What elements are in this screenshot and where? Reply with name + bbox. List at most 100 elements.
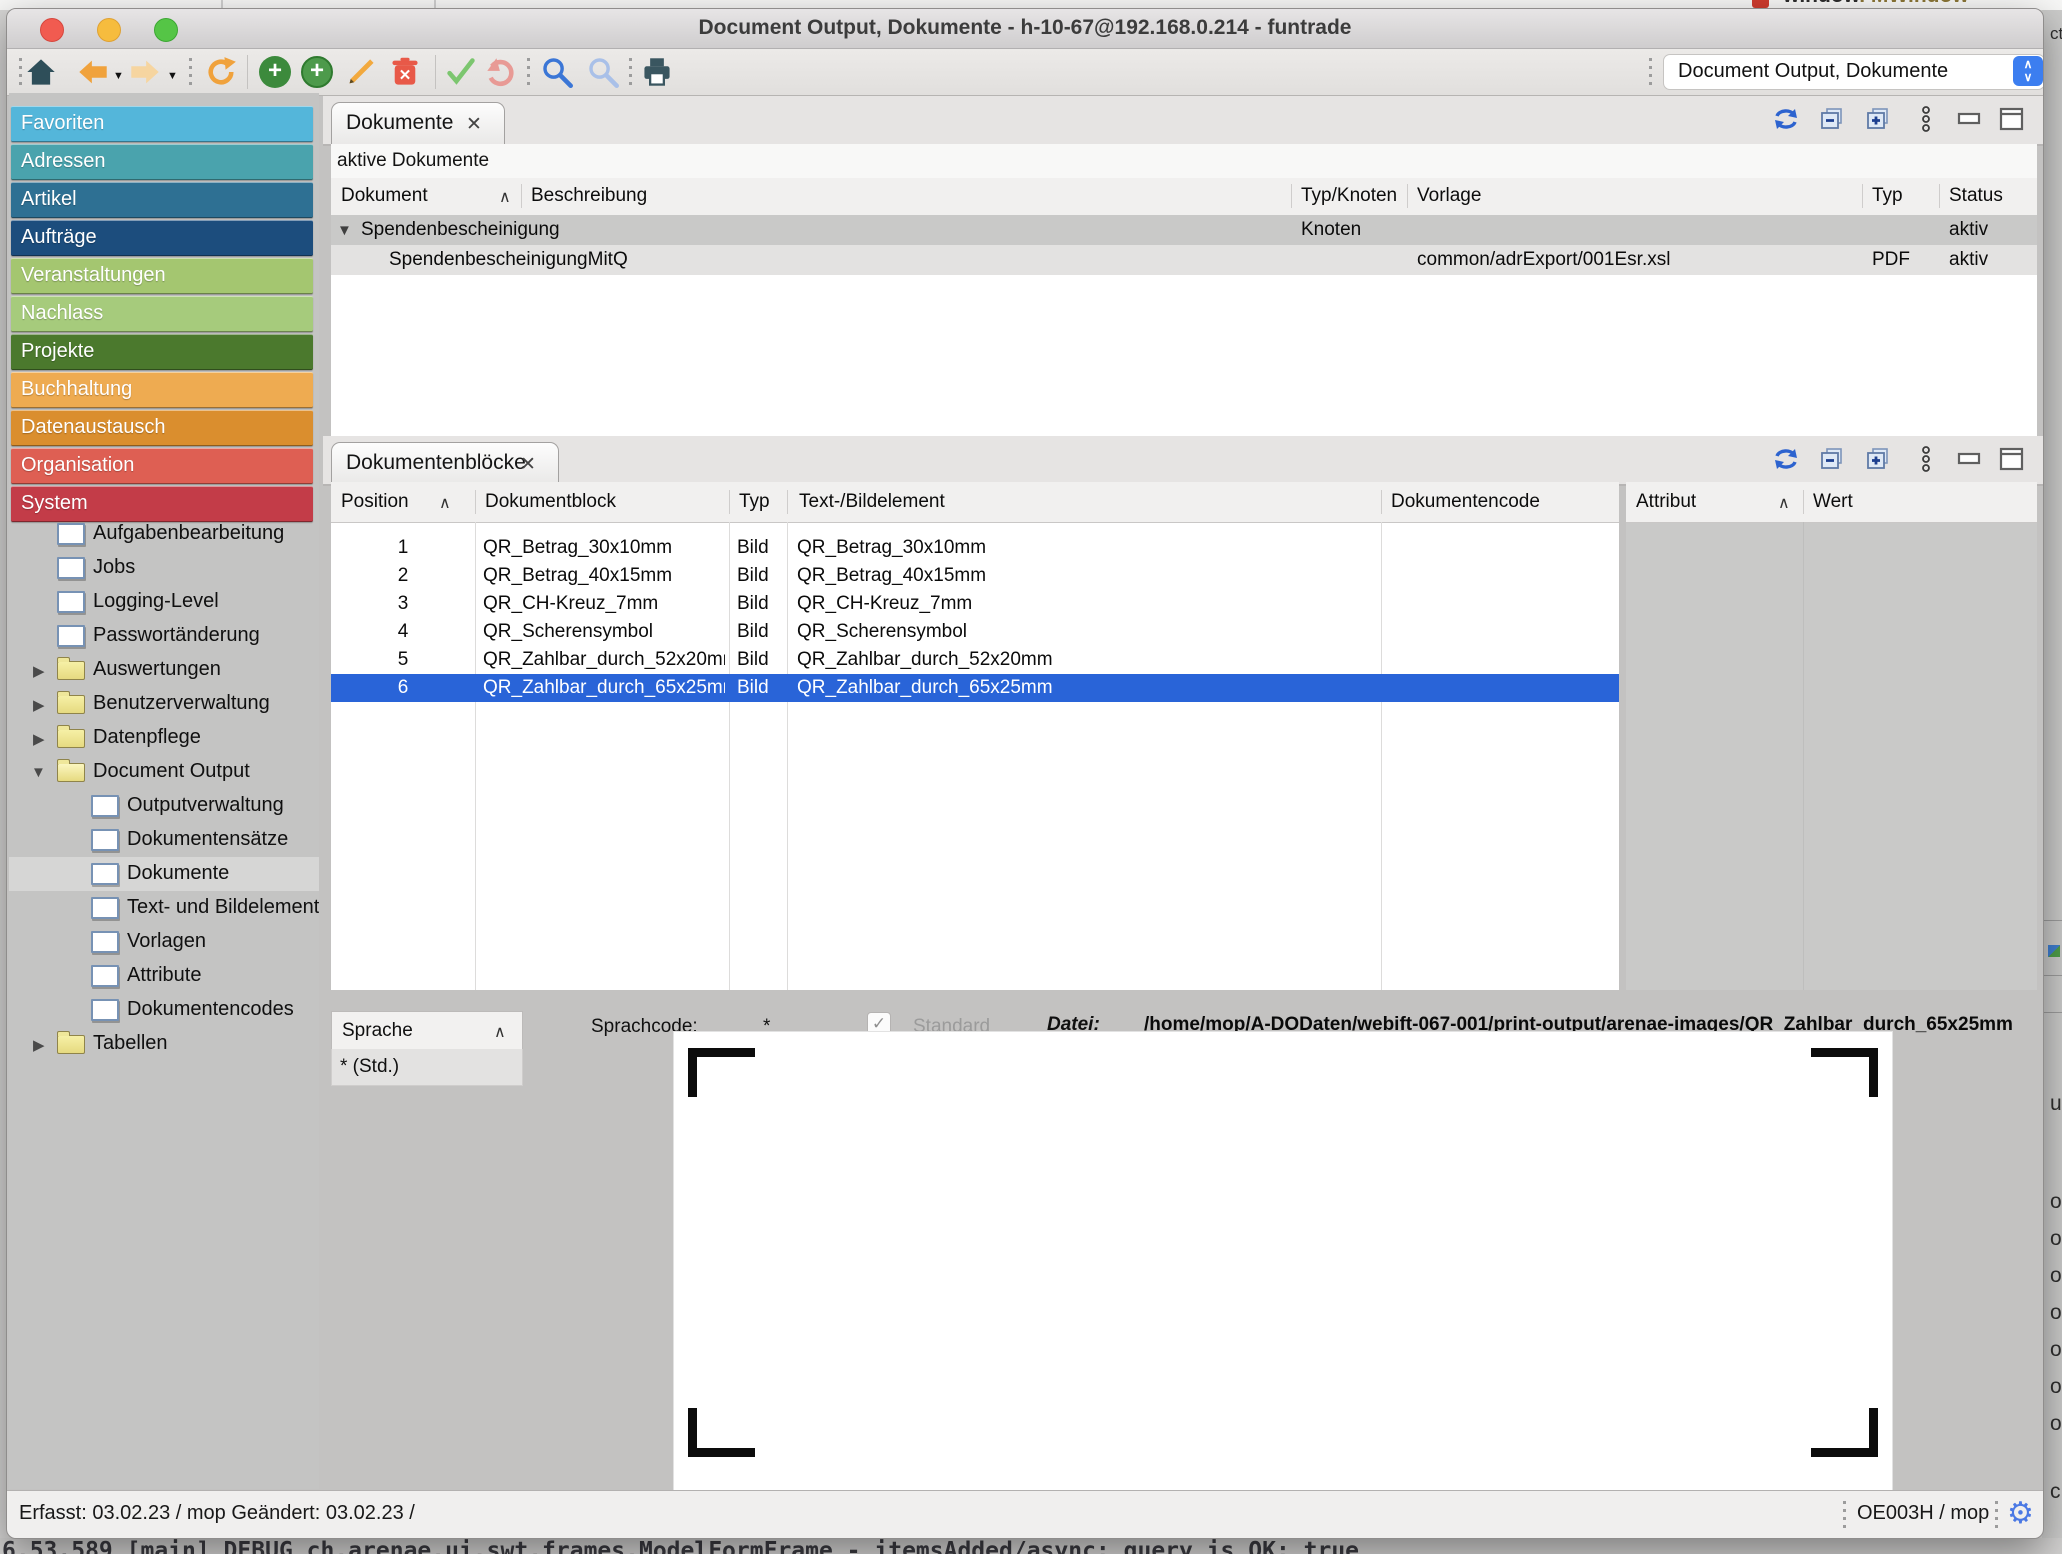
collapse-all-icon[interactable]: [1819, 446, 1845, 472]
edit-pencil-icon[interactable]: [345, 56, 377, 88]
tree-item-tabellen[interactable]: ▶Tabellen: [9, 1027, 319, 1061]
tree-item-dokumentencodes[interactable]: Dokumentencodes: [9, 993, 319, 1027]
tree-item-dokumentensaetze[interactable]: Dokumentensätze: [9, 823, 319, 857]
refresh-panel-icon[interactable]: [1773, 106, 1799, 132]
toolbar-grip[interactable]: [189, 58, 192, 86]
tree-item-datenpflege[interactable]: ▶Datenpflege: [9, 721, 319, 755]
toolbar-grip[interactable]: [629, 58, 632, 86]
table-row[interactable]: ▼ Spendenbescheinigung Knoten aktiv: [331, 215, 2037, 246]
sprache-header[interactable]: Sprache ∧: [331, 1011, 523, 1051]
collapsed-arrow-icon[interactable]: ▶: [33, 1036, 45, 1054]
expanded-arrow-icon[interactable]: ▼: [31, 764, 46, 781]
collapsed-arrow-icon[interactable]: ▶: [33, 662, 45, 680]
tree-item-attribute[interactable]: Attribute: [9, 959, 319, 993]
tree-item-vorlagen[interactable]: Vorlagen: [9, 925, 319, 959]
close-tab-icon[interactable]: ✕: [520, 453, 536, 476]
col-dokument[interactable]: Dokument: [341, 185, 428, 207]
tree-item-text-und-bildelemente[interactable]: Text- und Bildelemente: [9, 891, 319, 925]
search-icon[interactable]: [541, 56, 573, 88]
table-row-selected[interactable]: 6 QR_Zahlbar_durch_65x25mm Bild QR_Zahlb…: [331, 674, 1619, 702]
col-typ-knoten[interactable]: Typ/Knoten: [1301, 185, 1397, 207]
refresh-icon[interactable]: [205, 56, 237, 88]
table-row[interactable]: 5 QR_Zahlbar_durch_52x20mm Bild QR_Zahlb…: [331, 646, 1619, 674]
tab-dokumente[interactable]: Dokumente ✕: [331, 102, 505, 145]
toolbar-grip[interactable]: [19, 58, 22, 86]
sidebar-module-artikel[interactable]: Artikel: [11, 182, 313, 218]
tree-item-jobs[interactable]: Jobs: [9, 551, 319, 585]
combo-stepper-icon[interactable]: ∧∨: [2013, 56, 2043, 86]
tab-dokumentenbloecke[interactable]: Dokumentenblöcke ✕: [331, 442, 559, 485]
table-row[interactable]: 2 QR_Betrag_40x15mm Bild QR_Betrag_40x15…: [331, 562, 1619, 590]
sidebar-module-favoriten[interactable]: Favoriten: [11, 106, 313, 142]
table-row[interactable]: 3 QR_CH-Kreuz_7mm Bild QR_CH-Kreuz_7mm: [331, 590, 1619, 618]
sidebar-module-adressen[interactable]: Adressen: [11, 144, 313, 180]
sidebar-module-veranstaltungen[interactable]: Veranstaltungen: [11, 258, 313, 294]
expanded-arrow-icon[interactable]: ▼: [337, 222, 352, 239]
print-icon[interactable]: [641, 56, 673, 88]
tree-item-outputverwaltung[interactable]: Outputverwaltung: [9, 789, 319, 823]
col-status[interactable]: Status: [1949, 185, 2003, 207]
forward-icon[interactable]: [129, 56, 161, 88]
kebab-menu-icon[interactable]: [1913, 106, 1939, 132]
table-row[interactable]: 4 QR_Scherensymbol Bild QR_Scherensymbol: [331, 618, 1619, 646]
kebab-menu-icon[interactable]: [1913, 446, 1939, 472]
add-icon[interactable]: +: [259, 56, 291, 88]
tree-item-document-output[interactable]: ▼Document Output: [9, 755, 319, 789]
perspective-select[interactable]: Document Output, Dokumente ∧∨: [1663, 54, 2044, 90]
minimize-panel-icon[interactable]: [1957, 106, 1983, 132]
home-icon[interactable]: [25, 56, 57, 88]
sidebar-module-nachlass[interactable]: Nachlass: [11, 296, 313, 332]
expand-all-icon[interactable]: [1865, 446, 1891, 472]
tree-item-auswertungen[interactable]: ▶Auswertungen: [9, 653, 319, 687]
minimize-panel-icon[interactable]: [1957, 446, 1983, 472]
col-typ[interactable]: Typ: [1872, 185, 1903, 207]
col-typ[interactable]: Typ: [739, 491, 770, 513]
expand-all-icon[interactable]: [1865, 106, 1891, 132]
col-text-bildelement[interactable]: Text-/Bildelement: [799, 491, 945, 513]
col-dokumentencode[interactable]: Dokumentencode: [1391, 491, 1540, 513]
toolbar-grip[interactable]: [1649, 58, 1652, 86]
col-attribut[interactable]: Attribut: [1636, 491, 1696, 513]
close-tab-icon[interactable]: ✕: [466, 113, 482, 136]
sprache-row-std[interactable]: * (Std.): [331, 1049, 523, 1086]
statusbar-grip[interactable]: [1995, 1501, 1998, 1529]
collapse-all-icon[interactable]: [1819, 106, 1845, 132]
search-advanced-icon[interactable]: [587, 56, 619, 88]
table-row[interactable]: 1 QR_Betrag_30x10mm Bild QR_Betrag_30x10…: [331, 534, 1619, 562]
titlebar[interactable]: Document Output, Dokumente - h-10-67@192…: [7, 9, 2043, 49]
col-dokumentblock[interactable]: Dokumentblock: [485, 491, 616, 513]
statusbar-grip[interactable]: [1843, 1501, 1846, 1529]
tree-item-logging-level[interactable]: Logging-Level: [9, 585, 319, 619]
col-vorlage[interactable]: Vorlage: [1417, 185, 1481, 207]
blocks-panel: Dokumentenblöcke ✕ Position ∧ Do: [323, 436, 2043, 990]
delete-trash-icon[interactable]: ✕: [389, 56, 421, 88]
table-row[interactable]: SpendenbescheinigungMitQ common/adrExpor…: [331, 245, 2037, 276]
col-beschreibung[interactable]: Beschreibung: [531, 185, 647, 207]
maximize-panel-icon[interactable]: [1999, 446, 2025, 472]
undo-icon[interactable]: [485, 56, 517, 88]
sidebar-module-auftraege[interactable]: Aufträge: [11, 220, 313, 256]
add-special-icon[interactable]: +: [301, 56, 333, 88]
document-icon: [57, 591, 85, 613]
back-icon[interactable]: [77, 56, 109, 88]
maximize-panel-icon[interactable]: [1999, 106, 2025, 132]
col-wert[interactable]: Wert: [1813, 491, 1853, 513]
back-dropdown-icon[interactable]: ▼: [113, 70, 124, 82]
col-position[interactable]: Position: [341, 491, 409, 513]
tree-item-aufgabenbearbeitung[interactable]: Aufgabenbearbeitung: [9, 517, 319, 551]
sidebar-module-datenaustausch[interactable]: Datenaustausch: [11, 410, 313, 446]
sidebar-module-buchhaltung[interactable]: Buchhaltung: [11, 372, 313, 408]
sidebar-module-projekte[interactable]: Projekte: [11, 334, 313, 370]
tree-item-benutzerverwaltung[interactable]: ▶Benutzerverwaltung: [9, 687, 319, 721]
settings-gear-icon[interactable]: ⚙: [2007, 1496, 2034, 1531]
refresh-panel-icon[interactable]: [1773, 446, 1799, 472]
tree-item-passwortaenderung[interactable]: Passwortänderung: [9, 619, 319, 653]
sidebar-module-organisation[interactable]: Organisation: [11, 448, 313, 484]
confirm-check-icon[interactable]: [445, 56, 477, 88]
collapsed-arrow-icon[interactable]: ▶: [33, 696, 45, 714]
tree-item-dokumente[interactable]: Dokumente: [9, 857, 319, 891]
toolbar-grip[interactable]: [527, 58, 530, 86]
sort-asc-icon: ∧: [494, 1022, 506, 1042]
forward-dropdown-icon[interactable]: ▼: [167, 70, 178, 82]
collapsed-arrow-icon[interactable]: ▶: [33, 730, 45, 748]
